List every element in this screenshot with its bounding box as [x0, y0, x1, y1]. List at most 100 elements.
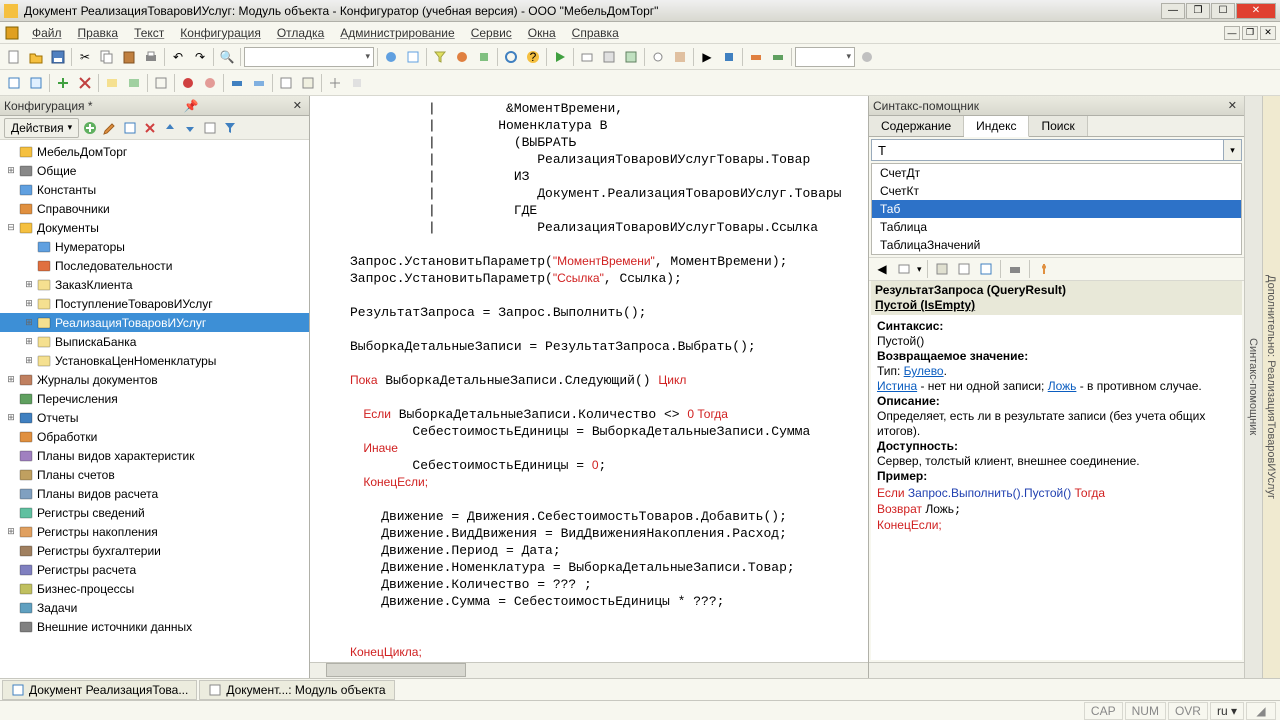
tree-item[interactable]: Последовательности: [0, 256, 309, 275]
tree-item[interactable]: ⊞Общие: [0, 161, 309, 180]
menu-service[interactable]: Сервис: [463, 23, 520, 43]
tb2-12[interactable]: [276, 73, 296, 93]
sort-icon[interactable]: [201, 119, 219, 137]
index-dropdown-icon[interactable]: ▾: [1224, 139, 1242, 161]
tab-index[interactable]: Индекс: [964, 116, 1029, 137]
print-icon[interactable]: [141, 47, 161, 67]
index-list[interactable]: СчетДтСчетКтТабТаблицаТаблицаЗначений: [871, 163, 1242, 255]
mdi-close[interactable]: ✕: [1260, 26, 1276, 40]
tb2-2[interactable]: [26, 73, 46, 93]
menu-admin[interactable]: Администрирование: [332, 23, 462, 43]
menu-debug[interactable]: Отладка: [269, 23, 332, 43]
down-icon[interactable]: [181, 119, 199, 137]
link-bulevo[interactable]: Булево: [904, 364, 944, 378]
tb2-7[interactable]: [151, 73, 171, 93]
menu-windows[interactable]: Окна: [520, 23, 564, 43]
status-resize[interactable]: ◢: [1246, 702, 1276, 720]
tb2-15[interactable]: [347, 73, 367, 93]
tb-icon-13[interactable]: [719, 47, 739, 67]
delete-icon[interactable]: [141, 119, 159, 137]
tb-icon-16[interactable]: [857, 47, 877, 67]
tree-item[interactable]: Нумераторы: [0, 237, 309, 256]
tree-item[interactable]: Планы видов характеристик: [0, 446, 309, 465]
tb2-1[interactable]: [4, 73, 24, 93]
tb2-11[interactable]: [249, 73, 269, 93]
tb-icon-1[interactable]: [381, 47, 401, 67]
ht-print-icon[interactable]: [1006, 260, 1024, 278]
sidetab-syntax[interactable]: Синтакс-помощник: [1244, 96, 1262, 678]
tree-item[interactable]: Перечисления: [0, 389, 309, 408]
tb-icon-11[interactable]: [670, 47, 690, 67]
menu-file[interactable]: Файл: [24, 23, 70, 43]
index-item[interactable]: ТаблицаЗначений: [872, 236, 1241, 254]
tree-item[interactable]: ⊞Журналы документов: [0, 370, 309, 389]
back-icon[interactable]: ◀: [873, 260, 891, 278]
status-lang[interactable]: ru ▾: [1210, 702, 1244, 720]
tb-icon-8[interactable]: [599, 47, 619, 67]
ht-settings-icon[interactable]: [1035, 260, 1053, 278]
tb-icon-10[interactable]: [648, 47, 668, 67]
restore-button[interactable]: ❐: [1186, 3, 1210, 19]
tree-item[interactable]: Задачи: [0, 598, 309, 617]
tree-item[interactable]: Планы видов расчета: [0, 484, 309, 503]
paste-icon[interactable]: [119, 47, 139, 67]
tb-icon-2[interactable]: [403, 47, 423, 67]
index-item[interactable]: СчетКт: [872, 182, 1241, 200]
tree-item[interactable]: Регистры сведений: [0, 503, 309, 522]
tree-item[interactable]: Константы: [0, 180, 309, 199]
tb-icon-14[interactable]: [746, 47, 766, 67]
menu-help[interactable]: Справка: [564, 23, 627, 43]
tree-item[interactable]: Регистры расчета: [0, 560, 309, 579]
mdi-restore[interactable]: ❐: [1242, 26, 1258, 40]
fwd-icon[interactable]: [895, 260, 913, 278]
tree-item[interactable]: ⊞ЗаказКлиента: [0, 275, 309, 294]
link-istina[interactable]: Истина: [877, 379, 917, 393]
breakpoint-icon[interactable]: [178, 73, 198, 93]
tree-item[interactable]: ⊞Отчеты: [0, 408, 309, 427]
up-icon[interactable]: [161, 119, 179, 137]
code-editor[interactable]: | &МоментВремени, | Номенклатура В | (ВЫ…: [310, 96, 868, 662]
index-input[interactable]: [871, 139, 1224, 161]
tree-item[interactable]: МебельДомТорг: [0, 142, 309, 161]
tb-combo-2[interactable]: [795, 47, 855, 67]
doc-tab-1[interactable]: Документ РеализацияТова...: [2, 680, 197, 700]
index-item[interactable]: Таб: [872, 200, 1241, 218]
new-icon[interactable]: [4, 47, 24, 67]
tab-search[interactable]: Поиск: [1029, 116, 1087, 136]
save-icon[interactable]: [48, 47, 68, 67]
tb-icon-9[interactable]: [621, 47, 641, 67]
menu-edit[interactable]: Правка: [70, 23, 127, 43]
tree-item[interactable]: ⊞УстановкаЦенНоменклатуры: [0, 351, 309, 370]
index-item[interactable]: Таблица: [872, 218, 1241, 236]
tree-item[interactable]: Обработки: [0, 427, 309, 446]
tb2-6[interactable]: [124, 73, 144, 93]
help-icon[interactable]: ?: [523, 47, 543, 67]
close-button[interactable]: ✕: [1236, 3, 1276, 19]
link-lozh[interactable]: Ложь: [1048, 379, 1077, 393]
tb2-13[interactable]: [298, 73, 318, 93]
maximize-button[interactable]: ☐: [1211, 3, 1235, 19]
redo-icon[interactable]: ↷: [190, 47, 210, 67]
help-hscroll[interactable]: [869, 662, 1244, 678]
search-combo[interactable]: [244, 47, 374, 67]
ht-3[interactable]: [977, 260, 995, 278]
add-icon[interactable]: [81, 119, 99, 137]
ht-2[interactable]: [955, 260, 973, 278]
menu-text[interactable]: Текст: [126, 23, 172, 43]
cut-icon[interactable]: ✂: [75, 47, 95, 67]
tb2-14[interactable]: [325, 73, 345, 93]
mdi-minimize[interactable]: —: [1224, 26, 1240, 40]
doc-tab-2[interactable]: Документ...: Модуль объекта: [199, 680, 394, 700]
tree-item[interactable]: ⊞ПоступлениеТоваровИУслуг: [0, 294, 309, 313]
tb-icon-6[interactable]: [501, 47, 521, 67]
actions-button[interactable]: Действия▾: [4, 118, 79, 138]
tb-icon-3[interactable]: [430, 47, 450, 67]
tb-icon-5[interactable]: [474, 47, 494, 67]
props-icon[interactable]: [121, 119, 139, 137]
tb2-4[interactable]: [75, 73, 95, 93]
tree-item[interactable]: ⊞Регистры накопления: [0, 522, 309, 541]
edit-icon[interactable]: [101, 119, 119, 137]
config-panel-close[interactable]: ✕: [290, 99, 305, 112]
config-tree[interactable]: МебельДомТорг⊞ОбщиеКонстантыСправочники⊟…: [0, 140, 309, 678]
tree-item[interactable]: ⊟Документы: [0, 218, 309, 237]
